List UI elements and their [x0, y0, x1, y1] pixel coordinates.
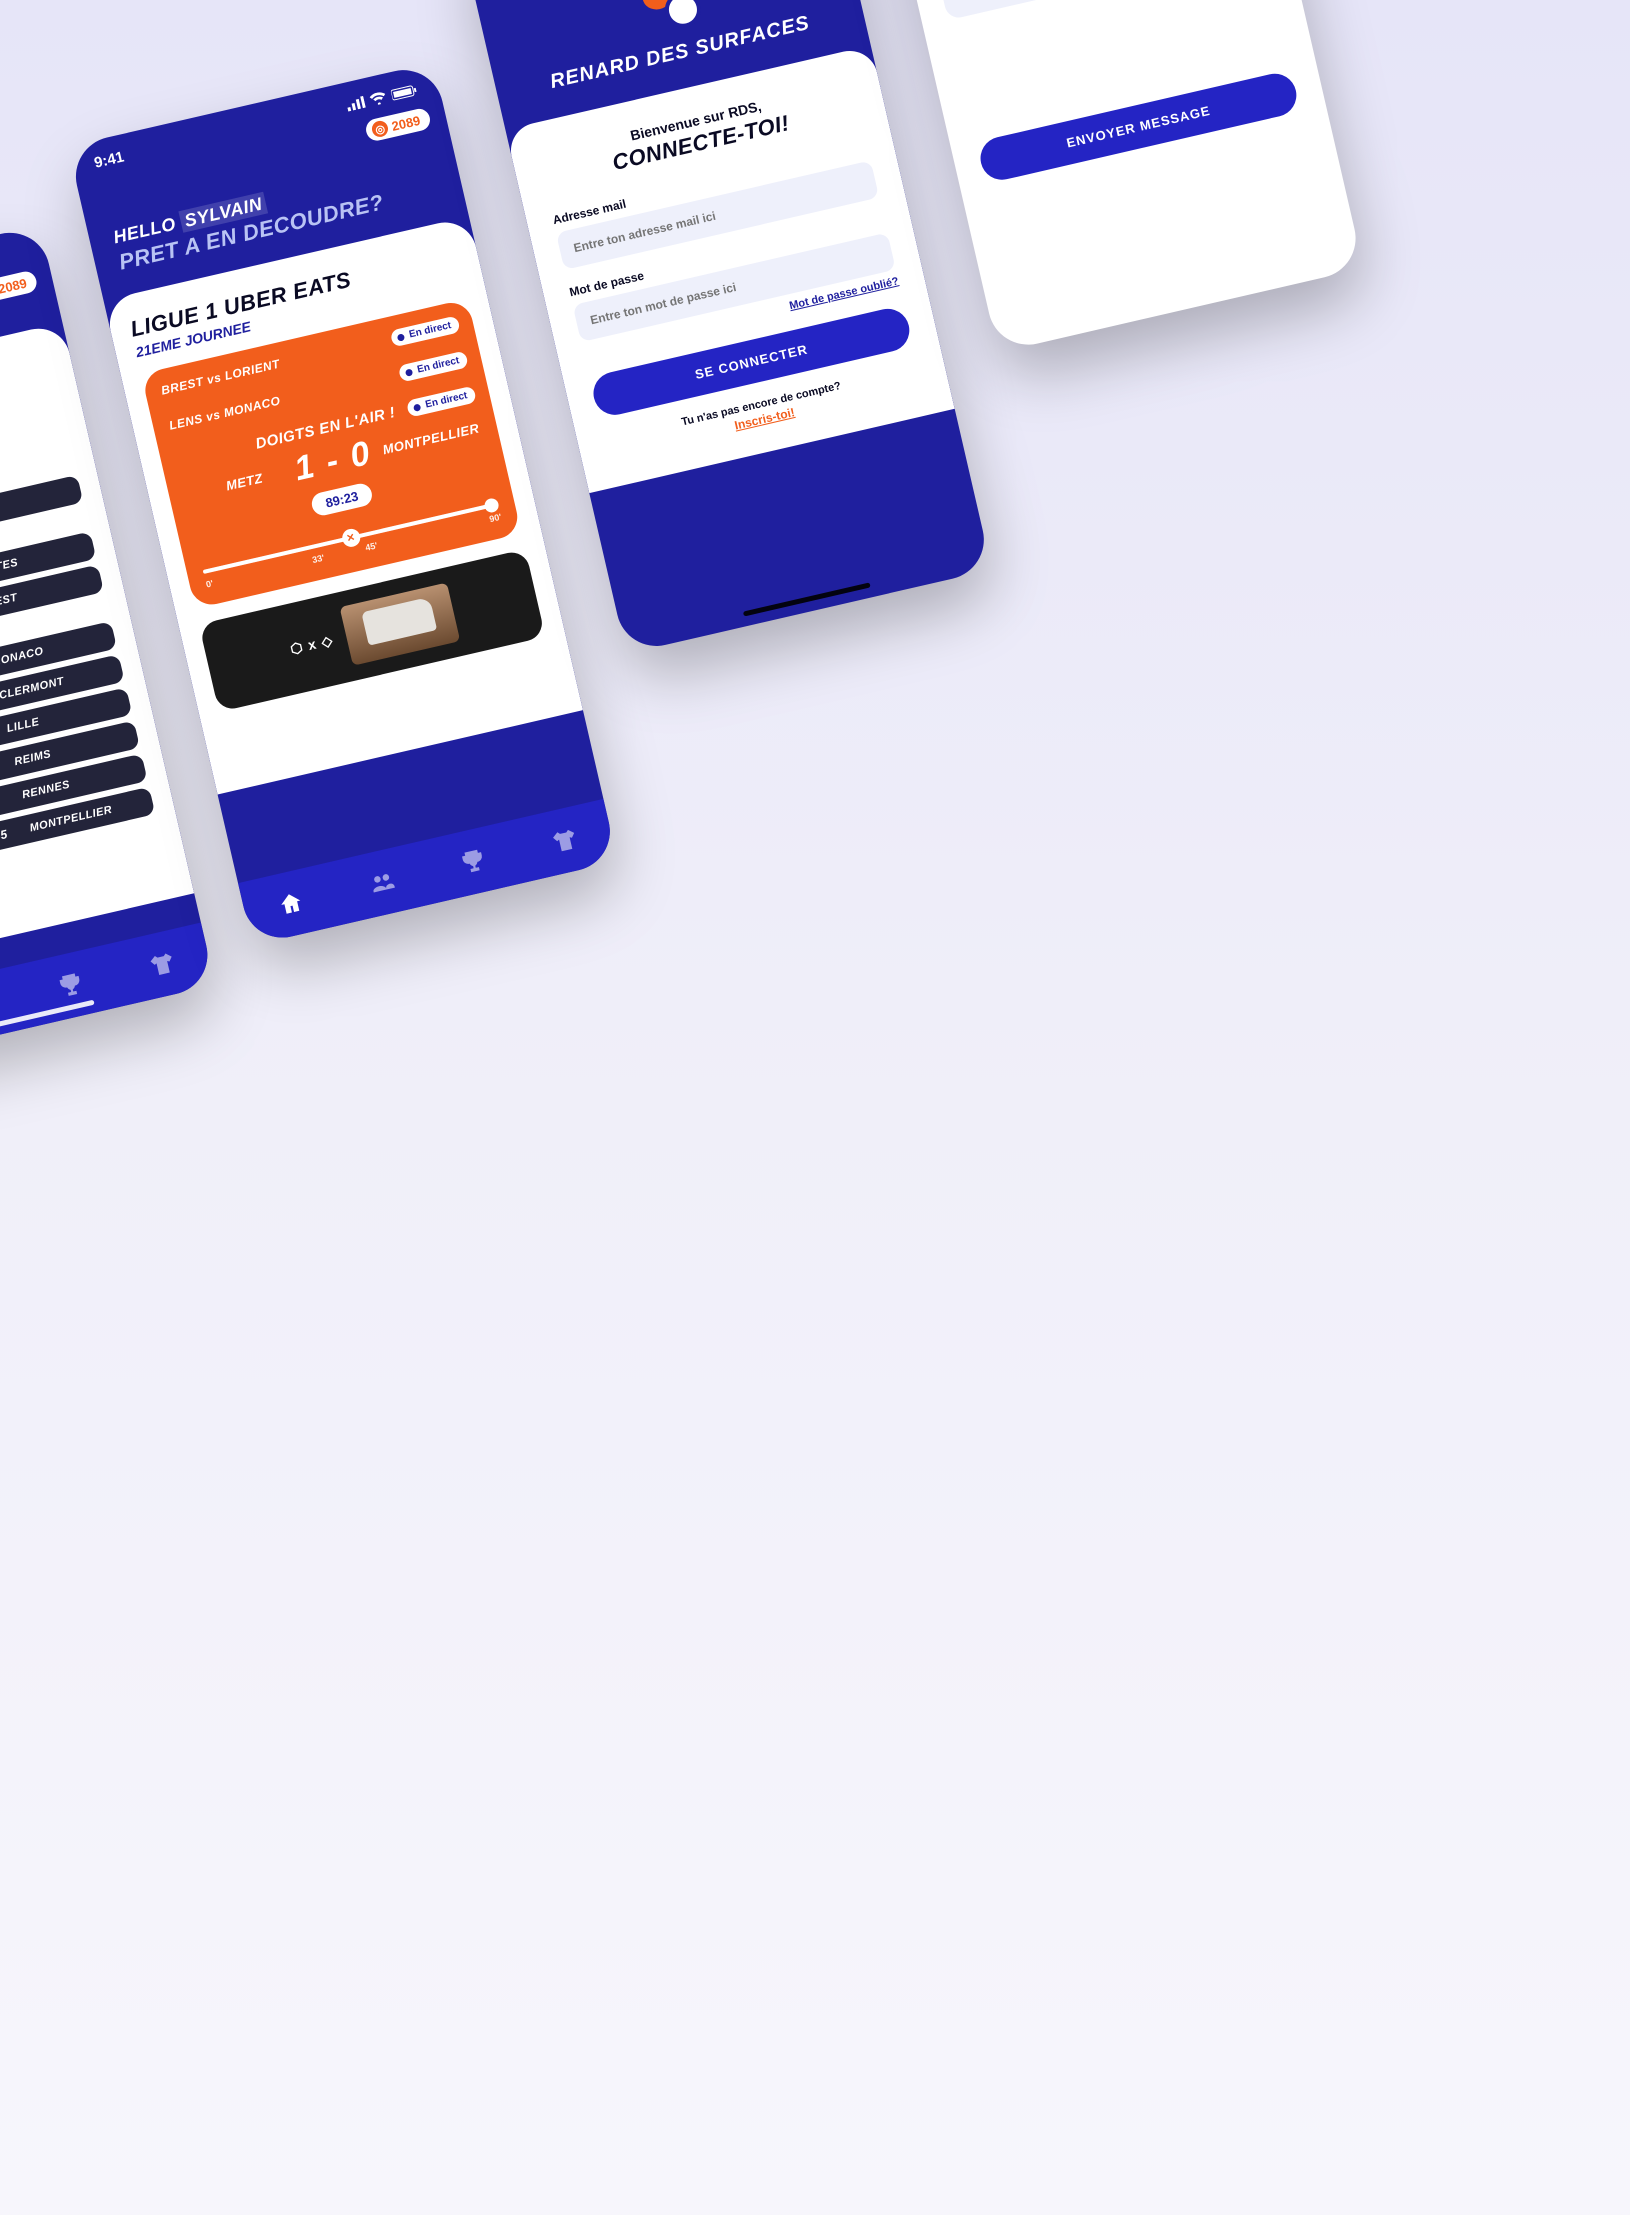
live-badge-1: En direct — [390, 315, 461, 347]
coin-icon: ◎ — [370, 119, 389, 138]
team-home: METZ — [204, 466, 285, 499]
people-icon — [367, 867, 398, 898]
tab-trophy[interactable] — [447, 835, 500, 888]
halftime-marker: ✕ — [340, 527, 362, 549]
home-indicator — [0, 1000, 94, 1034]
tab-community[interactable] — [356, 856, 409, 909]
match-time: 20H45 — [0, 823, 26, 853]
wifi-icon — [369, 90, 387, 105]
ad-car-image — [340, 582, 461, 665]
home-icon — [275, 888, 306, 919]
jersey-icon — [549, 825, 580, 856]
live-badge-2: En direct — [398, 350, 469, 382]
coin-value: 2089 — [390, 112, 422, 133]
status-time: 9:41 — [93, 148, 126, 171]
phone-message: Tu es le premier Laisse un message à la … — [854, 0, 1363, 353]
trophy-icon — [56, 970, 87, 1001]
jersey-icon — [147, 949, 178, 980]
tab-home[interactable] — [265, 877, 318, 930]
home-indicator — [742, 583, 870, 617]
bottom-nav — [238, 799, 618, 946]
battery-icon — [390, 83, 418, 101]
tab-shop[interactable] — [136, 938, 189, 991]
ball-icon — [661, 0, 704, 31]
live-card-container: LIGUE 1 UBER EATS 21EME JOURNEE En direc… — [104, 216, 583, 794]
trophy-icon — [458, 846, 489, 877]
team-away: MONTPELLIER — [381, 425, 462, 458]
tab-shop[interactable] — [539, 814, 592, 867]
send-button[interactable]: ENVOYER MESSAGE — [976, 69, 1300, 184]
signal-icon — [345, 95, 365, 111]
bottom-nav — [0, 923, 215, 1070]
match-clock: 89:23 — [309, 481, 374, 517]
app-logo — [630, 0, 707, 39]
message-textarea[interactable] — [917, 0, 1263, 20]
ad-logos: ⬡ x ◇ — [289, 631, 335, 657]
coin-value: 2089 — [0, 275, 28, 296]
